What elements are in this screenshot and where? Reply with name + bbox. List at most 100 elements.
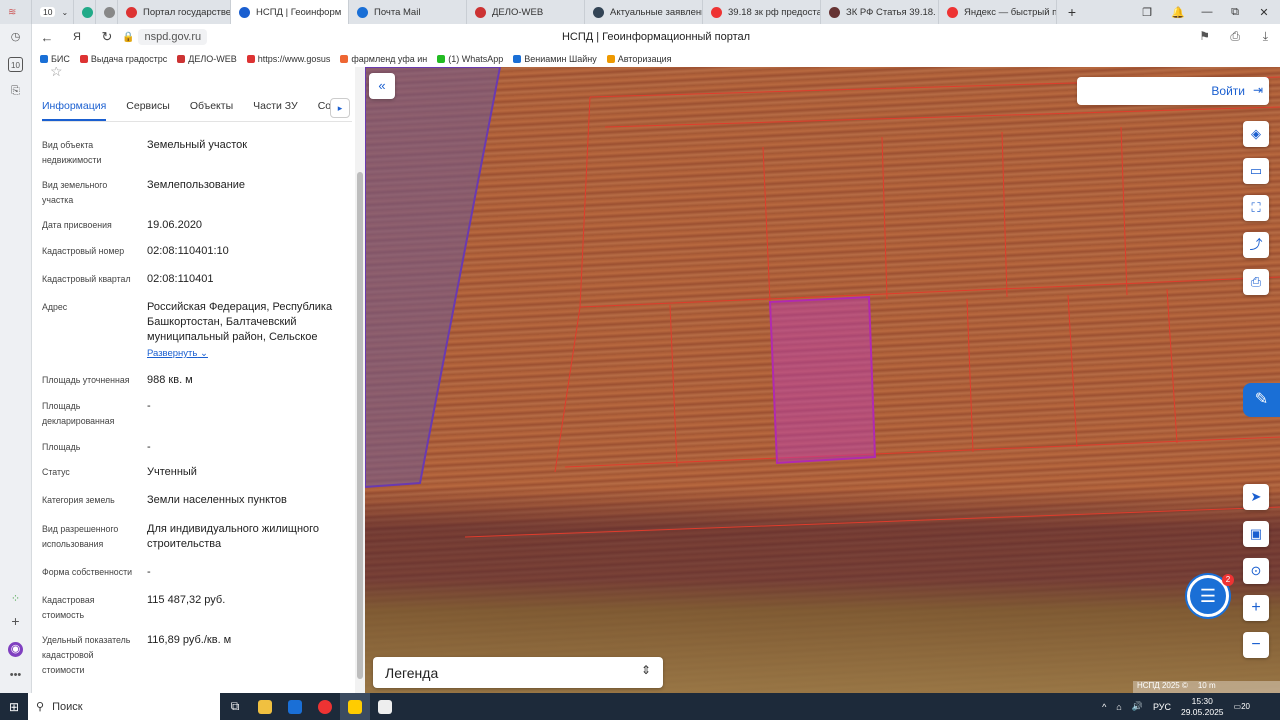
parcel-boundary xyxy=(564,436,1280,468)
login-button[interactable]: Войти ⇥ xyxy=(1077,77,1269,105)
selected-parcel[interactable] xyxy=(768,295,877,465)
collections-icon[interactable]: ❐ xyxy=(1133,0,1161,24)
outlook-icon[interactable] xyxy=(280,693,310,720)
bookmark-label: (1) WhatsApp xyxy=(448,53,504,64)
minimize-icon[interactable]: — xyxy=(1193,0,1221,24)
tab-mail[interactable]: Почта Mail xyxy=(349,0,467,24)
generic-app-icon xyxy=(378,699,392,714)
field-value: - xyxy=(147,566,151,578)
neighbour-parcel[interactable] xyxy=(365,67,502,489)
zoom-in-icon[interactable]: + xyxy=(1243,595,1269,621)
notification-bell-icon[interactable]: 🔔 xyxy=(1164,0,1192,24)
screenshot-icon[interactable]: ⎘ xyxy=(8,84,23,99)
tab-information[interactable]: Информация xyxy=(42,95,107,121)
more-icon[interactable]: ••• xyxy=(8,668,23,683)
print-icon[interactable]: ⎙ xyxy=(1243,269,1269,295)
browser-menu-icon[interactable]: ≋ xyxy=(0,0,32,24)
chrome-icon[interactable] xyxy=(310,693,340,720)
bookmark-icon[interactable]: ⚑ xyxy=(1199,29,1210,43)
legend-dropdown[interactable]: Легенда ⇕ xyxy=(373,657,663,688)
tab-parts[interactable]: Части ЗУ xyxy=(253,95,298,121)
field-label: Адрес xyxy=(42,302,68,312)
tab-zk-search[interactable]: 39.18 зк рф предостав xyxy=(703,0,821,24)
yandex-app-icon xyxy=(348,699,362,714)
bookmark-item[interactable]: фармленд уфа ин xyxy=(340,54,427,64)
tab-pinned-1[interactable] xyxy=(74,0,96,24)
tab-nspd[interactable]: НСПД | Геоинформ ✕ xyxy=(231,0,349,24)
network-icon[interactable]: ⌂ xyxy=(1116,702,1121,712)
parcel-boundary xyxy=(579,96,591,308)
minimap-icon[interactable]: ▣ xyxy=(1243,521,1269,547)
tab-delo-web[interactable]: ДЕЛО-WEB xyxy=(467,0,585,24)
bookmark-label: фармленд уфа ин xyxy=(351,53,428,64)
alice-icon[interactable]: ◉ xyxy=(8,642,23,657)
star-icon[interactable]: ☆ xyxy=(50,67,63,80)
login-label: Войти xyxy=(1211,84,1245,98)
tab-objects[interactable]: Объекты xyxy=(190,95,233,121)
bookmark-favicon xyxy=(340,54,349,63)
close-window-icon[interactable]: ✕ xyxy=(1250,0,1278,24)
new-tab-button[interactable]: + xyxy=(1057,0,1087,24)
bookmark-item[interactable]: Вениамин Шайну xyxy=(513,54,597,64)
url-field[interactable]: nspd.gov.ru xyxy=(138,29,208,45)
layers-icon[interactable]: ◈ xyxy=(1243,121,1269,147)
tab-zk-article[interactable]: ЗК РФ Статья 39.18. О xyxy=(821,0,939,24)
tray-chevron-icon[interactable]: ^ xyxy=(1102,702,1106,712)
tab-services[interactable]: Сервисы xyxy=(126,95,170,121)
field-value: 988 кв. м xyxy=(147,374,193,386)
back-icon[interactable]: ← xyxy=(32,30,62,45)
info-panel: ☆ Информация Сервисы Объекты Части ЗУ Со… xyxy=(32,67,365,693)
bookmark-item[interactable]: (1) WhatsApp xyxy=(437,54,503,64)
bookmark-item[interactable]: Выдача градострс xyxy=(79,54,167,64)
geolocation-icon[interactable]: ➤ xyxy=(1243,484,1269,510)
share-icon[interactable]: ⤴ xyxy=(1243,232,1269,258)
select-area-icon[interactable]: ⛶ xyxy=(1243,195,1269,221)
apps-icon[interactable]: ⁘ xyxy=(8,592,23,607)
bookmark-item[interactable]: https://www.gosus xyxy=(246,54,330,64)
tab-favicon xyxy=(475,6,486,18)
gosuslugi-feedback-icon[interactable]: ✎ xyxy=(1243,383,1280,417)
expand-link[interactable]: Развернуть ⌄ xyxy=(147,348,208,359)
bookmark-item[interactable]: ДЕЛО-WEB xyxy=(177,54,237,64)
tab-counter-button[interactable]: 10 ⌄ xyxy=(32,0,74,24)
reload-icon[interactable]: ↻ xyxy=(92,29,122,45)
app-icon[interactable] xyxy=(370,693,400,720)
tab-pinned-2[interactable] xyxy=(96,0,118,24)
zoom-out-icon[interactable]: − xyxy=(1243,632,1269,658)
collapse-panel-button[interactable]: « xyxy=(369,73,395,99)
map-view[interactable]: « Войти ⇥ ◈ ▭ ⛶ ⤴ ⎙ ✎ ➤ ▣ ⊙ + − ☰ 2 Леге… xyxy=(365,67,1280,693)
field-value[interactable]: 02:08:110401 xyxy=(147,272,347,287)
reader-icon[interactable]: ⎙ xyxy=(1230,29,1240,44)
yandex-icon[interactable]: Я xyxy=(62,31,92,43)
tabs-counter-icon[interactable]: 10 xyxy=(8,57,23,72)
tabs-divider xyxy=(42,121,352,122)
field-label: Форма собственности xyxy=(42,567,133,577)
yandex-browser-icon[interactable] xyxy=(340,693,370,720)
field-label: Кадастровый номер xyxy=(42,246,125,256)
bookmark-item[interactable]: Авторизация xyxy=(606,54,672,64)
tab-yandex[interactable]: Яндекс — быстрый по xyxy=(939,0,1057,24)
panel-scrollbar-thumb[interactable] xyxy=(357,172,363,679)
maximize-icon[interactable]: ⧉ xyxy=(1221,0,1249,24)
notifications-icon[interactable]: ▭20 xyxy=(1234,702,1250,711)
search-location-icon[interactable]: ⊙ xyxy=(1243,558,1269,584)
clock[interactable]: 15:30 29.05.2025 xyxy=(1181,696,1224,718)
taskbar-search[interactable]: ⚲ Поиск xyxy=(28,693,220,720)
bookmark-item[interactable]: БИС xyxy=(40,54,70,64)
tab-favicon xyxy=(947,6,958,18)
tab-label: Яндекс — быстрый по xyxy=(964,6,1057,18)
history-icon[interactable]: ◷ xyxy=(8,30,23,45)
add-icon[interactable]: + xyxy=(8,614,23,629)
explorer-icon[interactable] xyxy=(250,693,280,720)
download-icon[interactable]: ⤓ xyxy=(1263,29,1268,44)
language-indicator[interactable]: РУС xyxy=(1153,702,1171,712)
field-value[interactable]: 02:08:110401:10 xyxy=(147,244,347,259)
task-view-icon[interactable]: ⧉ xyxy=(220,693,250,720)
lock-icon[interactable]: 🔒 xyxy=(122,32,134,43)
tabs-scroll-right-icon[interactable]: ▸ xyxy=(330,98,350,118)
volume-icon[interactable]: 🔊 xyxy=(1132,701,1143,712)
tab-gosuslugi[interactable]: Портал государственн xyxy=(118,0,231,24)
ruler-icon[interactable]: ▭ xyxy=(1243,158,1269,184)
windows-start-icon[interactable]: ⊞ xyxy=(0,700,28,714)
tab-actual[interactable]: Актуальные заявлени xyxy=(585,0,703,24)
